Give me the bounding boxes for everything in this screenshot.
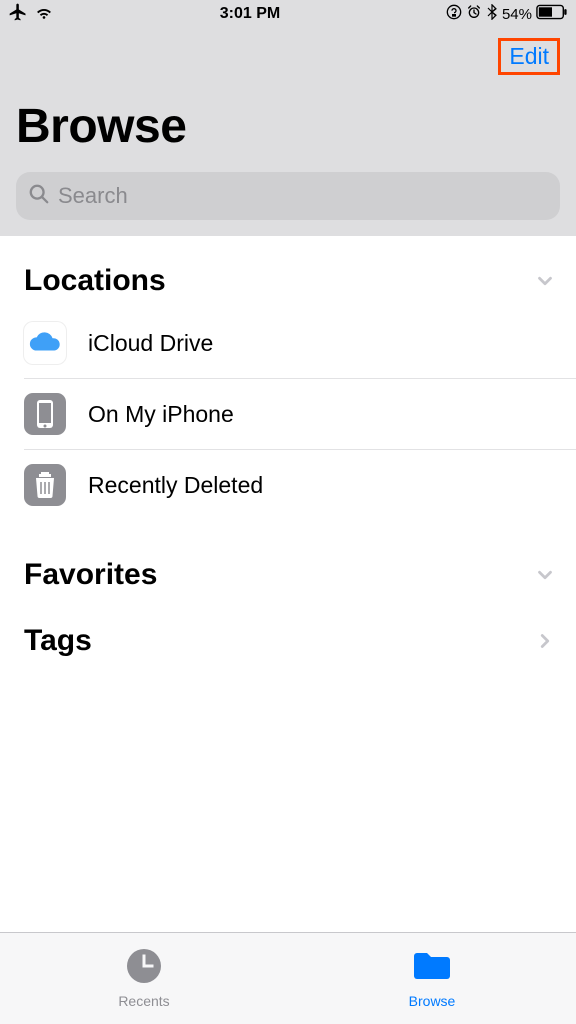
tab-bar: Recents Browse xyxy=(0,932,576,1024)
list-item-label: iCloud Drive xyxy=(88,330,213,357)
tab-recents[interactable]: Recents xyxy=(0,933,288,1024)
section-header-locations[interactable]: Locations xyxy=(0,256,576,308)
chevron-right-icon xyxy=(534,630,556,652)
search-field[interactable] xyxy=(16,172,560,220)
phone-icon xyxy=(24,393,66,435)
alarm-icon xyxy=(466,4,482,24)
edit-button[interactable]: Edit xyxy=(498,38,560,75)
section-header-tags[interactable]: Tags xyxy=(0,616,576,668)
section-header-favorites[interactable]: Favorites xyxy=(0,550,576,602)
header: Edit Browse xyxy=(0,28,576,236)
section-title: Tags xyxy=(24,624,92,658)
icloud-icon xyxy=(24,322,66,364)
tab-browse[interactable]: Browse xyxy=(288,933,576,1024)
battery-percentage: 54% xyxy=(502,6,532,23)
wifi-icon xyxy=(34,4,54,25)
search-icon xyxy=(28,183,50,210)
location-item-icloud[interactable]: iCloud Drive xyxy=(24,308,576,379)
status-bar: 3:01 PM 54% xyxy=(0,0,576,28)
section-title: Favorites xyxy=(24,558,157,592)
location-item-iphone[interactable]: On My iPhone xyxy=(24,379,576,450)
list-item-label: On My iPhone xyxy=(88,401,234,428)
clock-icon xyxy=(126,948,162,989)
section-title: Locations xyxy=(24,264,166,298)
tab-label: Browse xyxy=(409,993,456,1009)
page-title: Browse xyxy=(16,99,560,154)
locations-list: iCloud Drive On My iPhone Recently Delet… xyxy=(0,308,576,520)
chevron-down-icon xyxy=(534,564,556,586)
status-time: 3:01 PM xyxy=(220,5,280,23)
location-item-recently-deleted[interactable]: Recently Deleted xyxy=(24,450,576,520)
battery-icon xyxy=(536,4,568,24)
folder-icon xyxy=(411,948,453,989)
bluetooth-icon xyxy=(486,4,498,24)
search-input[interactable] xyxy=(58,183,548,209)
list-item-label: Recently Deleted xyxy=(88,472,263,499)
airplane-icon xyxy=(8,2,28,27)
orientation-lock-icon xyxy=(446,4,462,24)
trash-icon xyxy=(24,464,66,506)
tab-label: Recents xyxy=(118,993,169,1009)
chevron-down-icon xyxy=(534,270,556,292)
